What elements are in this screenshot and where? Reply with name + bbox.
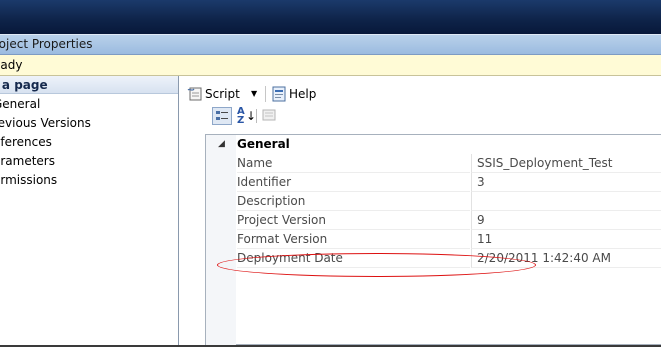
toolbar-separator (265, 86, 266, 102)
property-row-description[interactable]: Description (206, 192, 661, 211)
page-item-permissions[interactable]: ermissions (0, 171, 57, 190)
property-value[interactable]: 9 (471, 211, 661, 230)
property-value[interactable]: 3 (471, 173, 661, 192)
category-label: General (237, 137, 290, 151)
property-value[interactable]: SSIS_Deployment_Test (471, 154, 661, 173)
property-row-deployment-date[interactable]: Deployment Date 2/20/2011 1:42:40 AM (206, 249, 661, 268)
page-item-previous-versions[interactable]: revious Versions (0, 114, 91, 133)
page-selector-header: t a page (0, 76, 178, 94)
category-row[interactable]: ◢ General (206, 135, 661, 154)
page-item-general[interactable]: General (0, 95, 40, 114)
page-item-parameters[interactable]: arameters (0, 152, 55, 171)
alphabetical-icon: AZ (237, 106, 245, 126)
alphabetical-button[interactable]: AZ ↓ (235, 106, 257, 126)
property-value[interactable]: 2/20/2011 1:42:40 AM (471, 249, 661, 268)
property-row-identifier[interactable]: Identifier 3 (206, 173, 661, 192)
script-icon (187, 87, 202, 101)
page-item-label: arameters (0, 154, 55, 168)
property-name: Name (237, 154, 470, 173)
help-label: Help (289, 87, 317, 101)
property-name: Project Version (237, 211, 470, 230)
help-button[interactable]: Help (271, 85, 319, 103)
dialog-title: roject Properties (0, 37, 93, 51)
status-text: eady (0, 58, 23, 72)
property-pages-button[interactable] (261, 107, 281, 125)
grid-toolbar-separator (256, 109, 257, 123)
page-item-label: revious Versions (0, 116, 91, 130)
script-dropdown-button[interactable]: ▼ (249, 85, 261, 103)
status-bar: eady (0, 55, 661, 76)
property-value[interactable]: 11 (471, 230, 661, 249)
dropdown-arrow-icon: ▼ (251, 89, 258, 98)
page-selector-panel: t a page General revious Versions eferen… (0, 76, 179, 345)
property-row-name[interactable]: Name SSIS_Deployment_Test (206, 154, 661, 173)
property-name: Deployment Date (237, 249, 470, 268)
property-row-project-version[interactable]: Project Version 9 (206, 211, 661, 230)
categorized-button[interactable] (212, 107, 232, 125)
page-item-references[interactable]: eferences (0, 133, 52, 152)
property-row-format-version[interactable]: Format Version 11 (206, 230, 661, 249)
property-grid: AZ ↓ ◢ General Name SSIS_Deployment_Test… (205, 107, 661, 345)
property-name: Description (237, 192, 470, 211)
window-frame-top (0, 0, 661, 34)
script-label: Script (205, 87, 240, 101)
page-item-label: General (0, 97, 41, 111)
page-selector-title: t a page (0, 78, 48, 92)
property-name: Format Version (237, 230, 470, 249)
dialog-toolbar: Script ▼ Help (179, 76, 661, 110)
categorized-icon (216, 111, 228, 120)
sort-arrow-icon: ↓ (246, 109, 257, 123)
dialog-title-bar: roject Properties (0, 34, 661, 55)
collapse-triangle-icon[interactable]: ◢ (218, 139, 225, 149)
property-pages-icon (262, 109, 276, 121)
property-value[interactable] (471, 192, 661, 211)
property-name: Identifier (237, 173, 470, 192)
page-item-label: ermissions (0, 173, 58, 187)
content-pane: Script ▼ Help AZ ↓ ◢ General Name SSIS_D… (179, 76, 661, 345)
page-item-label: eferences (0, 135, 52, 149)
script-button[interactable]: Script (187, 85, 247, 103)
help-icon (272, 86, 286, 102)
